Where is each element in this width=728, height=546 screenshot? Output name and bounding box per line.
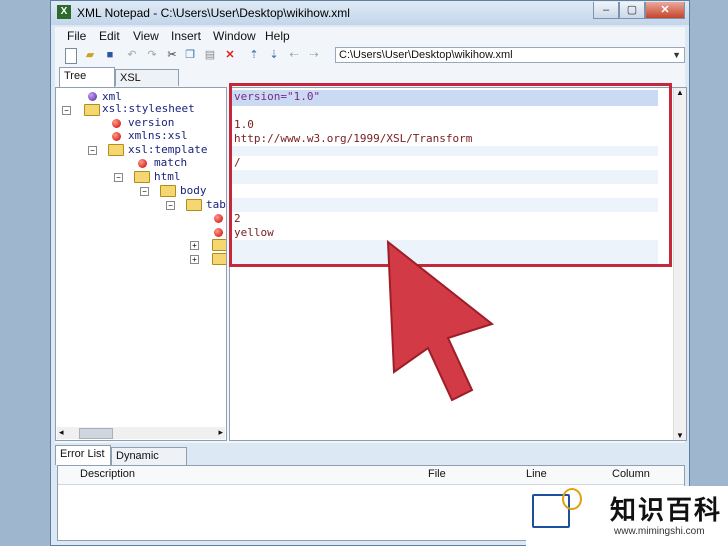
tree-node[interactable]: match [154,156,187,169]
title-bar: X XML Notepad - C:\Users\User\Desktop\wi… [51,1,689,25]
copy-icon[interactable]: ❐ [183,48,197,62]
undo-icon[interactable]: ↶ [125,48,139,62]
save-icon[interactable]: ■ [103,48,117,62]
scroll-thumb[interactable] [79,428,113,439]
redo-icon[interactable]: ↷ [145,48,159,62]
collapse-icon[interactable]: − [166,201,175,210]
tree-node[interactable]: xmlns:xsl [128,129,188,142]
new-file-icon[interactable] [65,48,77,64]
paste-icon[interactable]: ▤ [203,48,217,62]
window-title: XML Notepad - C:\Users\User\Desktop\wiki… [77,6,350,20]
close-button[interactable]: ✕ [645,2,685,19]
attribute-icon [214,214,223,223]
column-description[interactable]: Description [80,468,135,480]
tab-xsl-output[interactable]: XSL Output [115,69,179,100]
menu-help[interactable]: Help [265,29,290,43]
maximize-button[interactable]: ▢ [619,2,645,19]
tab-error-list[interactable]: Error List [55,445,111,465]
tree-node[interactable]: version [128,116,174,129]
xml-notepad-window: X XML Notepad - C:\Users\User\Desktop\wi… [50,0,690,546]
lightbulb-icon [562,488,582,510]
expand-icon[interactable]: + [190,255,199,264]
nudge-up-icon[interactable]: ⇡ [247,48,261,62]
menu-edit[interactable]: Edit [99,29,120,43]
app-icon: X [57,5,71,19]
tab-tree-view[interactable]: Tree View [59,67,115,98]
collapse-icon[interactable]: − [114,173,123,182]
open-folder-icon[interactable]: ▰ [83,48,97,62]
location-path: C:\Users\User\Desktop\wikihow.xml [339,49,513,61]
folder-icon [186,199,202,211]
folder-icon [108,144,124,156]
scroll-left-icon[interactable]: ◂ [59,427,64,438]
attribute-icon [214,228,223,237]
nudge-left-icon[interactable]: ⇠ [287,48,301,62]
menu-window[interactable]: Window [213,29,256,43]
folder-icon [212,239,226,251]
nudge-right-icon[interactable]: ⇢ [307,48,321,62]
location-combobox[interactable]: C:\Users\User\Desktop\wikihow.xml ▼ [335,47,685,63]
chevron-down-icon[interactable]: ▼ [672,48,681,62]
toolbar: ▰ ■ ↶ ↷ ✂ ❐ ▤ ✕ ⇡ ⇣ ⇠ ⇢ C:\Users\User\De… [55,45,685,68]
column-column[interactable]: Column [612,468,650,480]
error-list-header: Description File Line Column [58,466,684,485]
menu-bar: File Edit View Insert Window Help [55,27,685,45]
folder-icon [84,104,100,116]
scroll-right-icon[interactable]: ▸ [218,427,223,438]
collapse-icon[interactable]: − [62,106,71,115]
scroll-down-icon[interactable]: ▼ [676,431,684,440]
column-line[interactable]: Line [526,468,547,480]
tree-node[interactable]: body [180,184,207,197]
cut-icon[interactable]: ✂ [165,48,179,62]
menu-insert[interactable]: Insert [171,29,201,43]
minimize-button[interactable]: – [593,2,619,19]
tab-dynamic-help[interactable]: Dynamic Help [111,447,187,479]
watermark: 知识百科 www.mimingshi.com [526,486,728,546]
menu-view[interactable]: View [133,29,159,43]
scroll-up-icon[interactable]: ▲ [676,88,684,97]
tree-node[interactable]: xsl:template [128,143,207,156]
collapse-icon[interactable]: − [140,187,149,196]
nudge-down-icon[interactable]: ⇣ [267,48,281,62]
watermark-url: www.mimingshi.com [614,526,705,537]
pointer-arrow-icon [386,240,495,402]
folder-icon [134,171,150,183]
folder-icon [160,185,176,197]
tree-node[interactable]: xsl:stylesheet [102,102,195,115]
folder-icon [212,253,226,265]
tree-pane: xml − xsl:stylesheet version xmlns:xsl −… [55,87,227,441]
attribute-icon [138,159,147,168]
value-vertical-scrollbar[interactable]: ▲ ▼ [673,88,686,440]
watermark-title: 知识百科 [610,495,723,525]
tree-horizontal-scrollbar[interactable]: ◂ ▸ [57,427,225,439]
tree-node[interactable]: tab [206,198,226,211]
attribute-icon [112,119,121,128]
tree-node[interactable]: html [154,170,181,183]
column-file[interactable]: File [428,468,446,480]
delete-icon[interactable]: ✕ [223,48,237,62]
processing-instruction-icon [88,92,97,101]
menu-file[interactable]: File [67,29,86,43]
attribute-icon [112,132,121,141]
collapse-icon[interactable]: − [88,146,97,155]
expand-icon[interactable]: + [190,241,199,250]
